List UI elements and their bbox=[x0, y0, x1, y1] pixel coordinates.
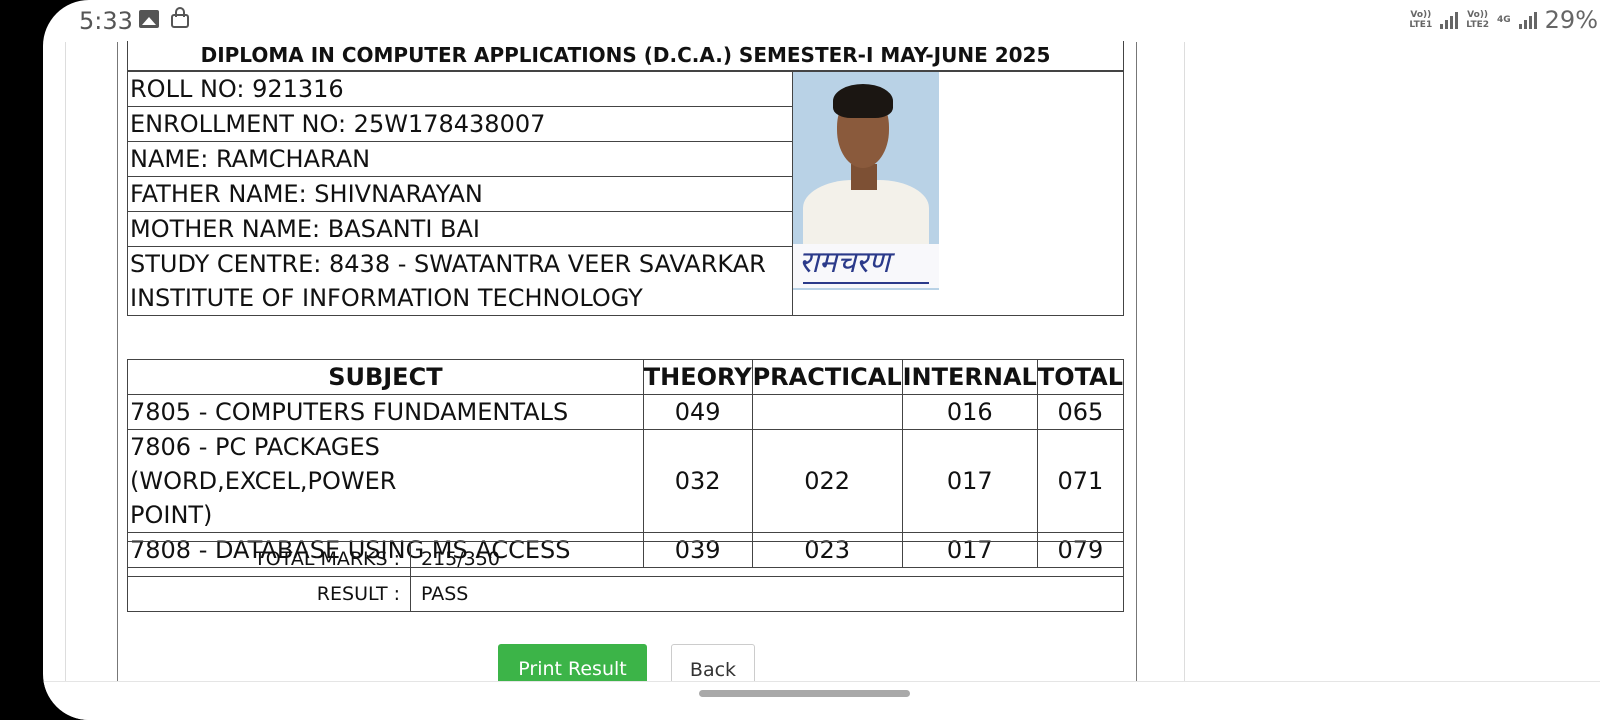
lock-icon bbox=[171, 7, 189, 28]
status-right: Vo)) LTE1 Vo)) LTE2 4G 29% bbox=[1409, 6, 1600, 34]
total-marks-value: 215/350 bbox=[410, 541, 1124, 577]
total-cell: 065 bbox=[1036, 394, 1125, 430]
student-name: NAME: RAMCHARAN bbox=[127, 141, 793, 177]
col-theory: THEORY bbox=[642, 359, 753, 395]
navigation-bar bbox=[43, 681, 1600, 720]
battery-percentage: 29% bbox=[1544, 6, 1598, 34]
practical-cell bbox=[751, 394, 903, 430]
internal-cell: 017 bbox=[901, 429, 1038, 533]
practical-cell: 022 bbox=[751, 429, 903, 533]
student-info-table: ROLL NO: 921316 रामचरण ENROLLMENT NO: 25… bbox=[127, 71, 1124, 316]
theory-cell: 049 bbox=[642, 394, 753, 430]
result-label: RESULT : bbox=[127, 576, 411, 612]
subject-cell: 7805 - COMPUTERS FUNDAMENTALS bbox=[127, 394, 644, 430]
exam-heading: DIPLOMA IN COMPUTER APPLICATIONS (D.C.A.… bbox=[127, 41, 1124, 71]
total-marks-label: TOTAL MARKS : bbox=[127, 541, 411, 577]
table-row: 7805 - COMPUTERS FUNDAMENTALS 049 016 06… bbox=[127, 394, 1125, 430]
col-total: TOTAL bbox=[1036, 359, 1125, 395]
summary-table: TOTAL MARKS : 215/350 RESULT : PASS bbox=[127, 541, 1124, 612]
table-row: 7806 - PC PACKAGES (WORD,EXCEL,POWER POI… bbox=[127, 429, 1125, 533]
student-photo: रामचरण bbox=[793, 72, 939, 290]
student-signature: रामचरण bbox=[793, 244, 939, 288]
internal-cell: 016 bbox=[901, 394, 1038, 430]
subject-cell: 7806 - PC PACKAGES (WORD,EXCEL,POWER POI… bbox=[127, 429, 644, 533]
sim2-volte-label: Vo)) LTE2 bbox=[1466, 10, 1489, 30]
page-divider bbox=[65, 42, 66, 720]
col-internal: INTERNAL bbox=[901, 359, 1038, 395]
result-value: PASS bbox=[410, 576, 1124, 612]
home-gesture-handle[interactable] bbox=[699, 690, 910, 697]
status-bar: 5:33 Vo)) LTE1 Vo)) LTE2 4G 29% bbox=[43, 0, 1600, 42]
marks-header-row: SUBJECT THEORY PRACTICAL INTERNAL TOTAL bbox=[127, 359, 1125, 395]
enrollment-no: ENROLLMENT NO: 25W178438007 bbox=[127, 106, 793, 142]
photo-cell: रामचरण bbox=[792, 71, 1124, 316]
phone-screen: 5:33 Vo)) LTE1 Vo)) LTE2 4G 29% DIPLOMA IN… bbox=[43, 0, 1600, 720]
gallery-icon bbox=[139, 10, 159, 28]
signal-icon bbox=[1518, 11, 1537, 29]
marks-table: SUBJECT THEORY PRACTICAL INTERNAL TOTAL … bbox=[127, 359, 1125, 568]
study-centre: STUDY CENTRE: 8438 - SWATANTRA VEER SAVA… bbox=[127, 246, 793, 316]
mother-name: MOTHER NAME: BASANTI BAI bbox=[127, 211, 793, 247]
roll-no: ROLL NO: 921316 bbox=[127, 71, 793, 107]
network-type: 4G bbox=[1497, 15, 1511, 25]
sim1-volte-label: Vo)) LTE1 bbox=[1409, 10, 1433, 30]
status-time: 5:33 bbox=[79, 7, 133, 35]
total-cell: 071 bbox=[1036, 429, 1125, 533]
col-subject: SUBJECT bbox=[127, 359, 644, 395]
page-divider bbox=[1184, 42, 1185, 720]
col-practical: PRACTICAL bbox=[751, 359, 903, 395]
theory-cell: 032 bbox=[642, 429, 753, 533]
signal-icon bbox=[1440, 11, 1459, 29]
father-name: FATHER NAME: SHIVNARAYAN bbox=[127, 176, 793, 212]
